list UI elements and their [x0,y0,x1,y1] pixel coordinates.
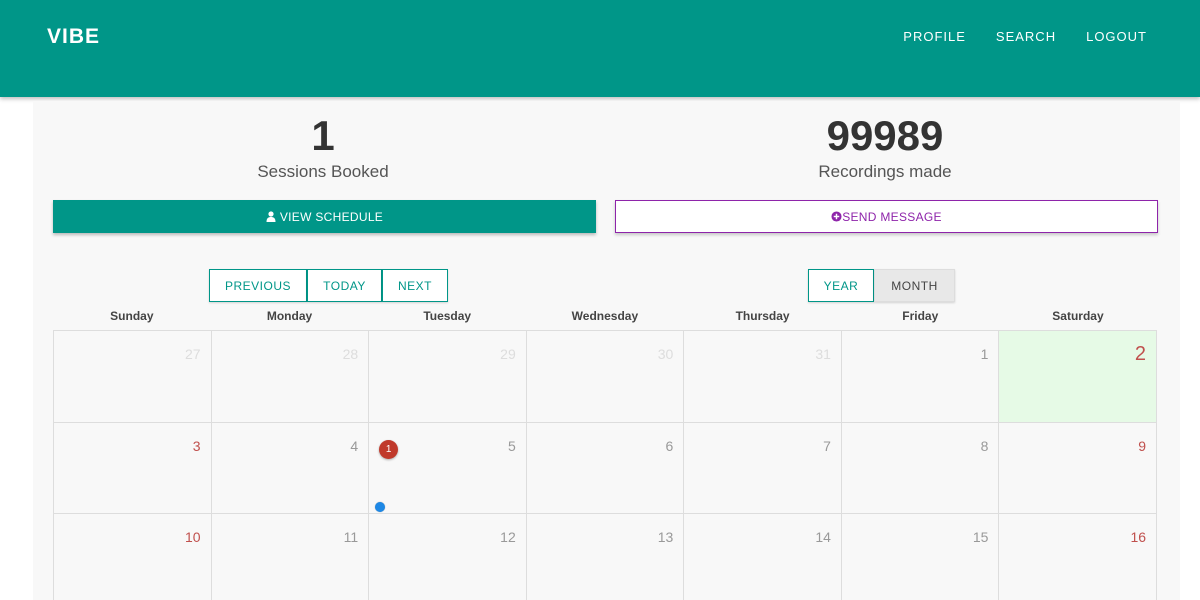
day-number: 9 [1138,437,1147,454]
calendar-day[interactable]: 6 [526,422,685,514]
day-number: 7 [823,437,831,454]
weekday-label: Friday [902,309,939,323]
calendar-day[interactable]: 1 [841,331,1000,423]
day-number: 1 [980,346,989,362]
calendar-day[interactable]: 13 [527,514,685,600]
weekday-label: Saturday [1052,309,1104,323]
sessions-label: Sessions Booked [257,162,389,181]
weekday-label: Sunday [110,309,154,323]
plus-circle-icon [831,211,842,222]
event-dot[interactable] [375,501,386,512]
day-number: 14 [815,529,831,545]
year-view-button[interactable]: YEAR [808,269,874,302]
top-navbar: VIBE PROFILE SEARCH LOGOUT [0,0,1200,97]
weekday-label: Tuesday [423,309,472,323]
recordings-label: Recordings made [818,162,952,181]
month-view-button[interactable]: MONTH [874,269,955,302]
recordings-stat: 99989 Recordings made [605,113,1165,182]
previous-button[interactable]: PREVIOUS [209,269,307,302]
calendar-day[interactable]: 14 [684,514,842,600]
recordings-count: 99989 [826,112,944,159]
calendar-day[interactable]: 4 [211,422,370,514]
nav-links: PROFILE SEARCH LOGOUT [903,29,1147,44]
view-schedule-button[interactable]: VIEW SCHEDULE [53,200,596,233]
day-number: 2 [1134,343,1147,365]
send-message-label: SEND MESSAGE [842,209,942,224]
view-schedule-label: VIEW SCHEDULE [279,209,384,224]
calendar-day[interactable]: 29 [369,331,527,423]
calendar-day[interactable]: 31 [684,331,842,423]
brand-logo[interactable]: VIBE [47,25,100,49]
calendar-day[interactable]: 16 [999,514,1158,600]
calendar-navigation: PREVIOUS TODAY NEXT [209,269,448,302]
calendar-day[interactable]: 3 [54,422,212,514]
day-number: 13 [657,529,674,545]
weekday-label: Monday [266,309,313,323]
day-number: 27 [185,346,201,362]
sessions-count: 1 [311,112,335,159]
calendar-day[interactable]: 28 [211,331,370,423]
day-number: 5 [507,437,516,454]
day-number: 16 [1130,529,1147,545]
calendar-day[interactable]: 51 [369,422,527,514]
day-number: 31 [815,346,831,362]
calendar-day[interactable]: 8 [841,422,1000,514]
calendar-day[interactable]: 27 [54,331,212,423]
day-number: 11 [343,529,359,545]
calendar-week-row: 34516789 [54,422,1158,514]
nav-search-link[interactable]: SEARCH [996,29,1056,44]
event-count-badge[interactable]: 1 [379,439,399,459]
sessions-stat: 1 Sessions Booked [43,113,603,182]
calendar-week-row: 27 28 29 30 31 1 2 [54,331,1158,423]
day-number: 4 [350,437,359,454]
day-number: 29 [500,346,516,362]
weekday-label: Wednesday [571,309,639,323]
nav-logout-link[interactable]: LOGOUT [1086,29,1147,44]
nav-profile-link[interactable]: PROFILE [903,29,966,44]
dashboard-panel: 1 Sessions Booked 99989 Recordings made … [33,101,1180,600]
calendar-day-today[interactable]: 2 [999,331,1158,423]
day-number: 12 [500,529,516,545]
calendar-day[interactable]: 10 [54,514,212,600]
day-number: 3 [192,437,201,454]
calendar-week-row: 10 11 12 13 14 15 16 [54,514,1158,600]
day-number: 6 [665,437,674,454]
person-icon [266,211,276,222]
calendar-day[interactable]: 7 [684,422,842,514]
calendar-view-switch: YEAR MONTH [808,269,955,302]
weekday-label: Thursday [735,309,790,323]
weekday-header: Sunday Monday Tuesday Wednesday Thursday Frid… [53,309,1157,323]
calendar-day[interactable]: 9 [999,422,1158,514]
day-number: 8 [980,437,989,454]
calendar-grid: 27 28 29 30 31 1 2 3 4 5 1 6 7 8 9 10 11 12 13 14 15 16 [53,330,1158,600]
calendar-day[interactable]: 30 [526,331,685,423]
day-number: 15 [972,529,989,545]
calendar-day[interactable]: 11 [212,514,370,600]
day-number: 28 [342,346,359,362]
send-message-button[interactable]: SEND MESSAGE [615,200,1158,233]
day-number: 10 [185,529,201,545]
today-button[interactable]: TODAY [307,269,382,302]
day-number: 30 [657,346,674,362]
calendar-day[interactable]: 15 [842,514,1000,600]
next-button[interactable]: NEXT [382,269,448,302]
calendar-day[interactable]: 12 [369,514,527,600]
